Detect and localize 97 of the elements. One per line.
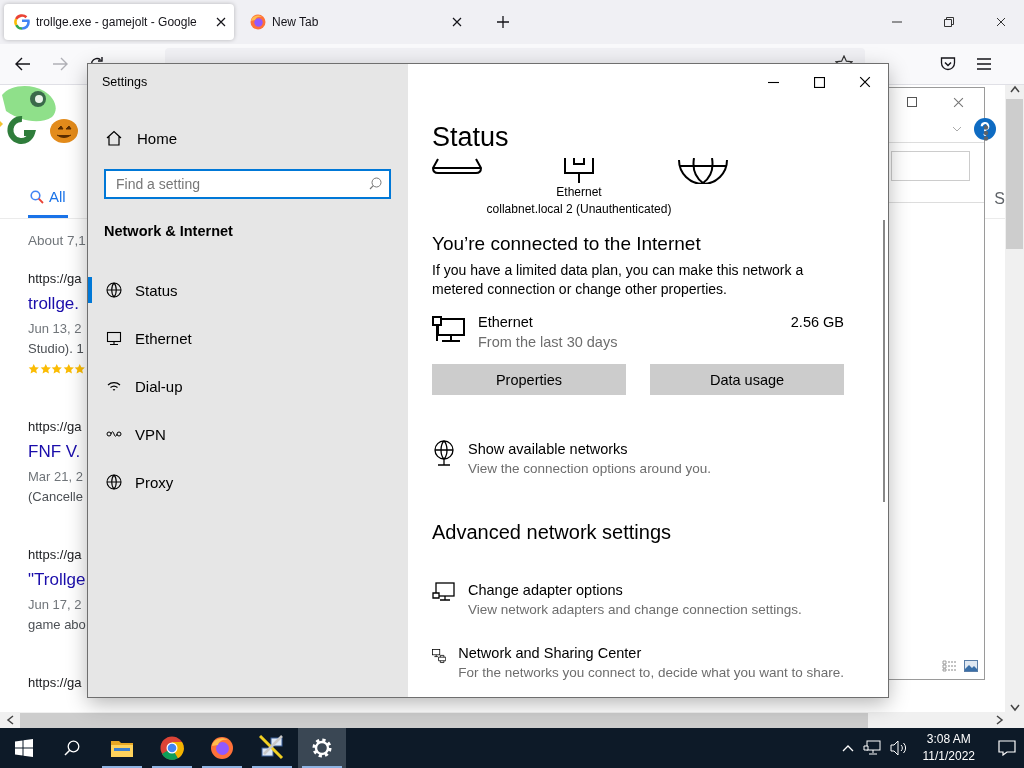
search-icon — [369, 177, 382, 190]
setting-description: View network adapters and change connection settings. — [468, 601, 802, 619]
setting-link[interactable]: Show available networks — [468, 440, 628, 459]
laptop-icon — [432, 158, 482, 176]
clock-time[interactable]: 3:08 AM — [926, 731, 971, 748]
maximize-icon[interactable] — [907, 97, 917, 107]
restore-icon[interactable] — [944, 17, 954, 27]
nav-item[interactable]: Ethernet — [88, 314, 408, 362]
result-url[interactable]: https://ga — [28, 417, 82, 437]
result-title-link[interactable]: FNF V. — [28, 437, 81, 467]
close-icon[interactable] — [216, 17, 226, 27]
result-snippet: (Cancelle — [28, 488, 83, 506]
star-icon — [39, 363, 51, 375]
result-snippet: Jun 13, 2 — [28, 320, 82, 338]
scroll-left-icon[interactable] — [6, 715, 14, 725]
scrollbar[interactable] — [883, 220, 885, 502]
computer-wrench-icon — [259, 735, 285, 761]
close-icon[interactable] — [452, 17, 462, 27]
input-field[interactable] — [891, 151, 970, 181]
usage-period: From the last 30 days — [478, 333, 619, 352]
search-tab[interactable]: All — [28, 188, 68, 218]
close-icon[interactable] — [996, 17, 1006, 27]
result-url[interactable]: https://ga — [28, 673, 82, 693]
scroll-right-icon[interactable] — [996, 715, 1004, 725]
tab-label[interactable]: S — [994, 190, 1005, 208]
nav-item[interactable]: Status — [88, 266, 408, 314]
back-arrow-icon[interactable] — [15, 56, 31, 72]
firefox-icon — [210, 736, 234, 760]
star-icon — [74, 363, 86, 375]
star-icon — [62, 363, 74, 375]
data-amount: 2.56 GB — [790, 313, 844, 332]
more-options-icon[interactable] — [983, 125, 989, 141]
properties-button[interactable]: Properties — [432, 364, 626, 395]
page-heading: Status — [432, 121, 510, 154]
section-heading: Network & Internet — [104, 222, 234, 241]
scrollbar-thumb[interactable] — [20, 712, 868, 728]
maximize-icon[interactable] — [813, 76, 825, 88]
home-link[interactable]: Home — [88, 118, 408, 158]
network-icon[interactable] — [862, 740, 881, 756]
search-field[interactable]: Find a setting — [104, 169, 391, 199]
status-heading: You’re connected to the Internet — [432, 232, 702, 256]
window-title: Settings — [101, 74, 149, 91]
clock-date[interactable]: 11/1/2022 — [922, 748, 975, 765]
menu-icon[interactable] — [976, 57, 992, 71]
browser-tab[interactable]: New Tab — [240, 4, 470, 40]
globe-network-icon — [432, 440, 456, 468]
result-snippet: game abo — [28, 616, 86, 634]
close-icon[interactable] — [859, 76, 871, 88]
nav-item[interactable]: VPN — [88, 410, 408, 458]
status-description: If you have a limited data plan, you can make this network a metered connection or change other properties. — [432, 261, 805, 298]
result-url[interactable]: https://ga — [28, 545, 82, 565]
scrollbar-thumb[interactable] — [1006, 99, 1023, 249]
result-snippet: Mar 21, 2 — [28, 468, 83, 486]
notification-icon[interactable] — [998, 740, 1016, 756]
adapter-name: Ethernet — [478, 313, 534, 332]
computer-icon — [432, 316, 466, 344]
taskbar-app[interactable] — [298, 728, 346, 768]
plus-icon[interactable] — [496, 15, 510, 29]
image-view-icon[interactable] — [964, 660, 978, 672]
scroll-up-icon[interactable] — [1009, 85, 1020, 93]
adapter-label: Ethernet — [556, 184, 602, 201]
result-count: About 7,1 — [28, 232, 86, 250]
result-snippet: Studio). 1 — [28, 340, 84, 358]
windows-logo-icon — [15, 739, 33, 757]
pocket-icon[interactable] — [940, 56, 956, 72]
globe-icon — [106, 282, 122, 298]
browser-tab[interactable]: trollge.exe - gamejolt - Google — [4, 4, 234, 40]
result-title-link[interactable]: "Trollge — [28, 565, 86, 595]
result-title-link[interactable]: trollge. — [28, 289, 80, 319]
nav-item[interactable]: Dial-up — [88, 362, 408, 410]
nav-item[interactable]: Proxy — [88, 458, 408, 506]
home-icon — [106, 130, 122, 146]
search-icon — [64, 740, 80, 756]
result-url[interactable]: https://ga — [28, 269, 82, 289]
google-logo-icon — [14, 14, 30, 30]
ethernet-port-icon — [564, 158, 594, 184]
data-usage-button[interactable]: Data usage — [650, 364, 844, 395]
scroll-down-icon[interactable] — [1009, 704, 1020, 712]
result-snippet: Jun 17, 2 — [28, 596, 82, 614]
search-icon — [30, 189, 44, 204]
section-heading: Advanced network settings — [432, 520, 673, 545]
chrome-icon — [160, 736, 184, 760]
globe-icon — [106, 474, 122, 490]
firefox-icon — [250, 14, 266, 30]
setting-link[interactable]: Network and Sharing Center — [458, 644, 642, 663]
setting-description: For the networks you connect to, decide what you want to share. — [458, 664, 844, 682]
star-icon — [51, 363, 63, 375]
setting-description: View the connection options around you. — [468, 460, 711, 478]
globe-icon — [678, 158, 728, 184]
volume-icon[interactable] — [889, 740, 908, 756]
chevron-up-icon[interactable] — [841, 744, 854, 752]
network-label: collabnet.local 2 (Unauthenticated) — [486, 200, 672, 217]
folder-icon — [111, 739, 133, 757]
monitor-icon — [106, 330, 122, 346]
setting-link[interactable]: Change adapter options — [468, 581, 623, 600]
gear-icon — [310, 736, 334, 760]
star-icon — [28, 363, 40, 375]
